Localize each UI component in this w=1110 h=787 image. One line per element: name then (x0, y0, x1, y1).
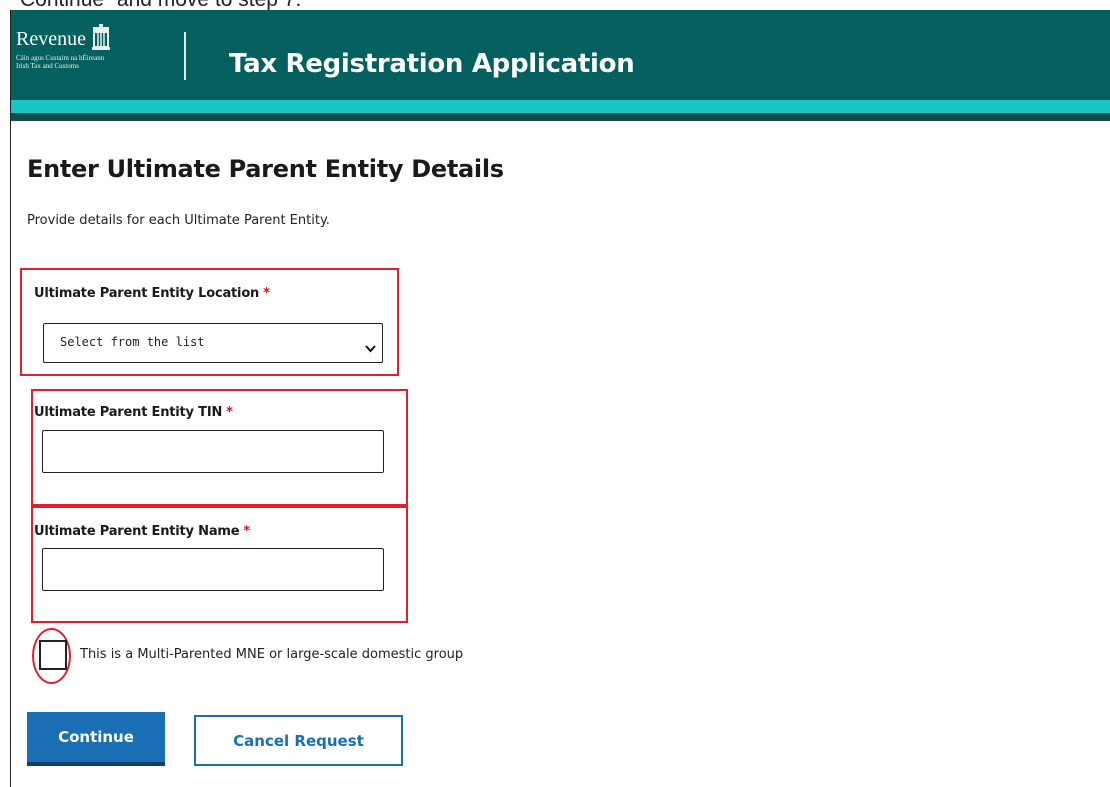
name-label: Ultimate Parent Entity Name * (34, 524, 250, 539)
tin-label-text: Ultimate Parent Entity TIN (34, 405, 223, 420)
name-label-text: Ultimate Parent Entity Name (34, 524, 240, 539)
continue-button[interactable]: Continue (27, 712, 165, 766)
logo-word: Revenue (16, 28, 86, 50)
top-caption: Continue” and move to step 7. (20, 0, 301, 10)
multi-parent-checkbox[interactable] (39, 640, 67, 670)
required-marker: * (226, 405, 233, 420)
revenue-logo[interactable]: Revenue Cáin agus Custaim na hÉireann Ir… (16, 24, 112, 70)
logo-subtitle-english: Irish Tax and Customs (16, 62, 79, 70)
location-select[interactable]: Select from the list (43, 323, 383, 363)
location-label-text: Ultimate Parent Entity Location (34, 286, 260, 301)
logo-subtitle-irish: Cáin agus Custaim na hÉireann (16, 54, 105, 62)
location-select-value: Select from the list (60, 335, 205, 349)
multi-parent-label[interactable]: This is a Multi-Parented MNE or large-sc… (80, 647, 463, 662)
required-marker: * (243, 524, 250, 539)
app-title: Tax Registration Application (229, 49, 635, 79)
page-description: Provide details for each Ultimate Parent… (27, 213, 330, 228)
header-divider (184, 32, 186, 80)
site-header: Revenue Cáin agus Custaim na hÉireann Ir… (11, 10, 1110, 100)
name-input[interactable] (42, 548, 384, 591)
harp-icon (90, 24, 112, 54)
tin-input[interactable] (42, 430, 384, 473)
required-marker: * (263, 286, 270, 301)
header-dark-stripe (11, 113, 1110, 121)
location-label: Ultimate Parent Entity Location * (34, 286, 270, 301)
page-frame: Revenue Cáin agus Custaim na hÉireann Ir… (10, 10, 1110, 787)
chevron-down-icon (365, 338, 376, 357)
header-accent-stripe (11, 100, 1110, 113)
page-title: Enter Ultimate Parent Entity Details (27, 155, 504, 183)
cancel-request-button[interactable]: Cancel Request (194, 715, 403, 766)
tin-label: Ultimate Parent Entity TIN * (34, 405, 233, 420)
